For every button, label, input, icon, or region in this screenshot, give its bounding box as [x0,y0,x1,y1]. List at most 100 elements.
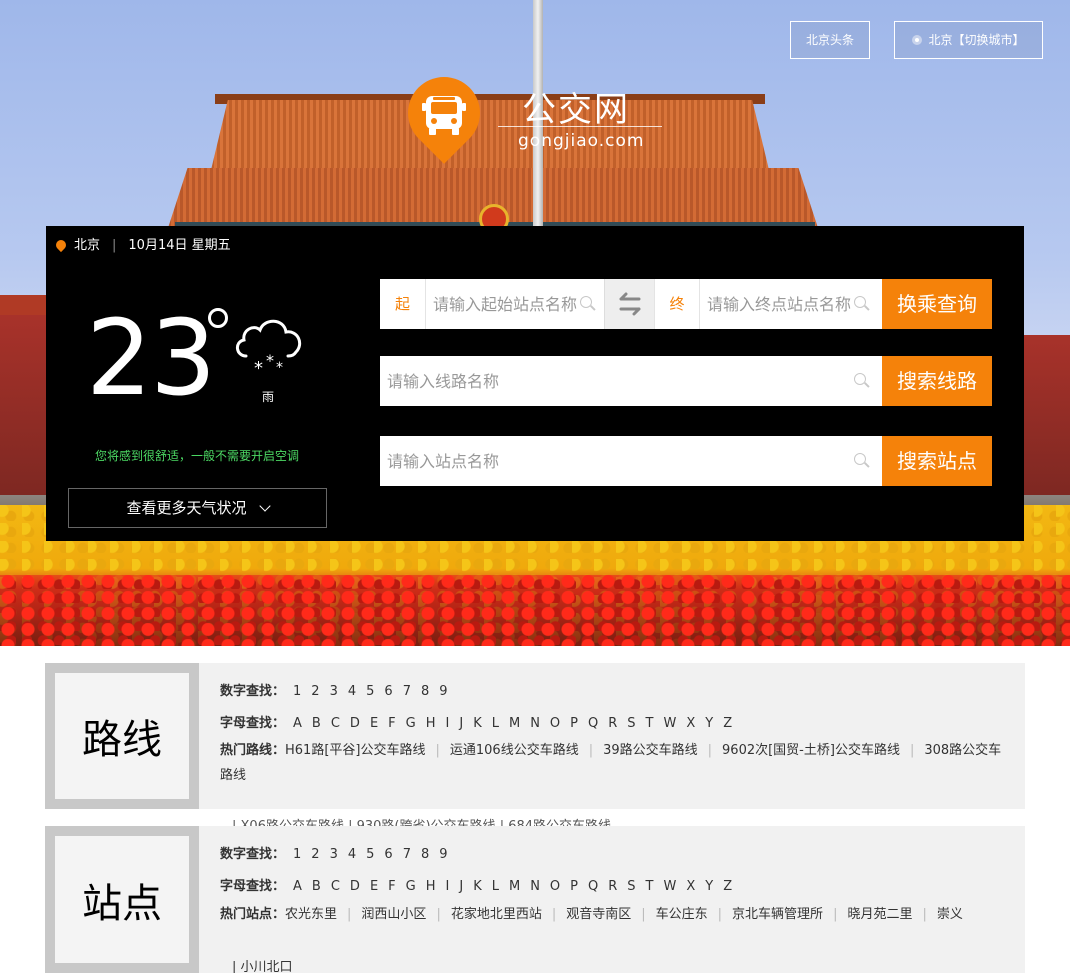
route-number-link[interactable]: 3 [330,684,338,699]
route-letter-link[interactable]: I [446,716,450,731]
city-switch-button[interactable]: 北京【切换城市】 [894,21,1043,59]
route-number-link[interactable]: 2 [311,684,319,699]
swap-button[interactable] [604,279,654,329]
stop-letter-link[interactable]: P [570,879,578,894]
stop-letter-link[interactable]: H [426,879,436,894]
route-number-link[interactable]: 6 [384,684,392,699]
transfer-query-button[interactable]: 换乘查询 [882,279,992,329]
route-letter-link[interactable]: X [686,716,695,731]
route-letter-link[interactable]: D [350,716,360,731]
stop-letter-link[interactable]: O [550,879,560,894]
stop-letter-link[interactable]: N [530,879,540,894]
line-name-input[interactable] [380,356,840,406]
search-icon [854,373,870,389]
route-number-link[interactable]: 4 [348,684,356,699]
more-weather-button[interactable]: 查看更多天气状况 [68,488,327,528]
stop-letter-link[interactable]: R [608,879,617,894]
search-stop-button[interactable]: 搜索站点 [882,436,992,486]
hot-stop-link[interactable]: 崇义 [937,907,963,922]
stop-letter-link[interactable]: E [370,879,378,894]
route-letter-link[interactable]: Q [588,716,598,731]
route-letter-link[interactable]: N [530,716,540,731]
route-letter-link[interactable]: Z [723,716,732,731]
routes-overflow-list[interactable]: | X06路公交车路线 | 930路(跨省)公交车路线 | 684路公交车路线 [232,815,611,826]
route-letter-link[interactable]: F [388,716,395,731]
stop-letter-link[interactable]: I [446,879,450,894]
start-stop-input[interactable] [426,279,584,329]
route-letter-link[interactable]: B [312,716,321,731]
stops-title: 站点 [55,836,189,963]
route-letter-link[interactable]: Y [705,716,713,731]
route-number-link[interactable]: 8 [421,684,429,699]
route-letter-link[interactable]: O [550,716,560,731]
stop-number-link[interactable]: 9 [439,847,447,862]
search-line-button[interactable]: 搜索线路 [882,356,992,406]
stops-overflow-list[interactable]: | 小川北口 [232,956,293,973]
stop-letter-link[interactable]: Z [723,879,732,894]
stop-letter-link[interactable]: J [459,879,463,894]
stop-number-link[interactable]: 1 [293,847,301,862]
hot-route-link[interactable]: 9602次[国贸-土桥]公交车路线 [722,743,900,758]
stop-number-link[interactable]: 4 [348,847,356,862]
stop-letter-link[interactable]: W [664,879,677,894]
hot-stop-link[interactable]: 花家地北里西站 [451,907,542,922]
route-letter-link[interactable]: T [646,716,654,731]
stop-number-link[interactable]: 2 [311,847,319,862]
hot-stop-link[interactable]: 京北车辆管理所 [732,907,823,922]
route-letter-link[interactable]: H [426,716,436,731]
search-icon [854,453,870,469]
route-letter-link[interactable]: W [664,716,677,731]
stops-tile: 站点 [45,826,199,973]
route-letter-link[interactable]: P [570,716,578,731]
stop-letter-link[interactable]: F [388,879,395,894]
location-bar: 北京 | 10月14日 星期五 [53,237,231,255]
stop-letter-link[interactable]: B [312,879,321,894]
stop-letter-link[interactable]: Y [705,879,713,894]
stop-number-link[interactable]: 6 [384,847,392,862]
stop-letter-link[interactable]: X [686,879,695,894]
logo-subtitle: gongjiao.com [518,131,645,151]
route-number-link[interactable]: 1 [293,684,301,699]
route-letter-link[interactable]: J [459,716,463,731]
route-number-link[interactable]: 5 [366,684,374,699]
route-number-link[interactable]: 9 [439,684,447,699]
route-letter-link[interactable]: M [509,716,520,731]
stop-number-link[interactable]: 3 [330,847,338,862]
route-letter-link[interactable]: L [492,716,499,731]
stop-letter-link[interactable]: A [293,879,302,894]
hot-stop-link[interactable]: 润西山小区 [361,907,426,922]
hot-route-link[interactable]: H61路[平谷]公交车路线 [285,743,425,758]
stop-number-link[interactable]: 8 [421,847,429,862]
stop-letter-link[interactable]: S [627,879,635,894]
hot-stop-link[interactable]: 车公庄东 [656,907,708,922]
hot-stop-link[interactable]: 农光东里 [285,907,337,922]
hot-stop-link[interactable]: 观音寺南区 [566,907,631,922]
stop-letter-link[interactable]: M [509,879,520,894]
stop-name-input[interactable] [380,436,840,486]
stop-number-link[interactable]: 7 [403,847,411,862]
news-link-button[interactable]: 北京头条 [790,21,870,59]
hot-stop-link[interactable]: 晓月苑二里 [847,907,912,922]
logo-title[interactable]: 公交网 [522,82,630,131]
hot-route-link[interactable]: 运通106线公交车路线 [450,743,579,758]
left-building [0,295,46,495]
route-letter-link[interactable]: S [627,716,635,731]
route-letter-link[interactable]: G [406,716,416,731]
svg-text:*: * [266,351,274,370]
stop-letter-link[interactable]: K [473,879,482,894]
stop-letter-link[interactable]: L [492,879,499,894]
stop-letter-link[interactable]: T [646,879,654,894]
route-letter-link[interactable]: A [293,716,302,731]
route-number-link[interactable]: 7 [403,684,411,699]
end-stop-input[interactable] [700,279,858,329]
hot-route-link[interactable]: 39路公交车路线 [603,743,698,758]
stop-letter-link[interactable]: G [406,879,416,894]
route-letter-link[interactable]: K [473,716,482,731]
route-letter-link[interactable]: R [608,716,617,731]
route-letter-link[interactable]: C [331,716,340,731]
route-letter-link[interactable]: E [370,716,378,731]
stop-number-link[interactable]: 5 [366,847,374,862]
stop-letter-link[interactable]: D [350,879,360,894]
stop-letter-link[interactable]: C [331,879,340,894]
stop-letter-link[interactable]: Q [588,879,598,894]
